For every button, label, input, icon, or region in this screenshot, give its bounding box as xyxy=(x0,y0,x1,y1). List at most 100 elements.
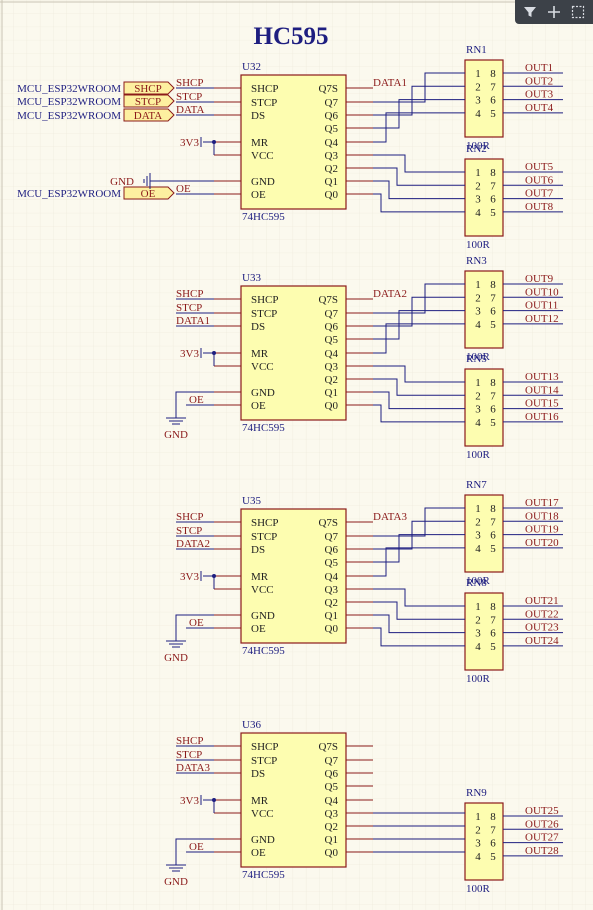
chip-pin-label-gnd: GND xyxy=(251,834,275,846)
resistor-pin-number: 1 xyxy=(475,279,481,291)
net-label-shcp: SHCP xyxy=(176,735,204,747)
chip-pin-label-q1: Q1 xyxy=(325,610,338,622)
net-label-out10: OUT10 xyxy=(525,286,559,298)
net-label-out23: OUT23 xyxy=(525,622,559,634)
resistor-pin-number: 2 xyxy=(475,824,481,836)
chip-pin-label-shcp: SHCP xyxy=(251,741,279,753)
resistor-value: 100R xyxy=(466,239,491,251)
resistor-pin-number: 1 xyxy=(475,167,481,179)
chip-pin-label-q2: Q2 xyxy=(325,374,338,386)
chip-pin-label-q7: Q7 xyxy=(325,755,339,767)
chip-part-number: 74HC595 xyxy=(242,211,285,223)
power-label-3v3: 3V3 xyxy=(180,137,199,149)
resistor-pin-number: 1 xyxy=(475,68,481,80)
resistor-pin-number: 4 xyxy=(475,207,481,219)
chip-pin-label-mr: MR xyxy=(251,348,269,360)
filter-icon[interactable] xyxy=(521,3,539,21)
resistor-pin-number: 7 xyxy=(490,390,496,402)
chip-pin-label-q7s: Q7S xyxy=(318,517,338,529)
net-label-out15: OUT15 xyxy=(525,398,559,410)
net-label-out25: OUT25 xyxy=(525,805,559,817)
net-label-out12: OUT12 xyxy=(525,313,559,325)
chip-pin-label-vcc: VCC xyxy=(251,150,274,162)
resistor-pin-number: 2 xyxy=(475,292,481,304)
chip-pin-label-shcp: SHCP xyxy=(251,517,279,529)
resistor-pin-number: 2 xyxy=(475,614,481,626)
chip-pin-label-q3: Q3 xyxy=(325,584,339,596)
junction-dot xyxy=(212,140,216,144)
net-label-out11: OUT11 xyxy=(525,300,558,312)
power-label-gnd: GND xyxy=(110,176,134,188)
net-label-data1: DATA1 xyxy=(373,77,407,89)
resistor-pin-number: 6 xyxy=(490,194,496,206)
resistor-pin-number: 4 xyxy=(475,108,481,120)
chip-part-number: 74HC595 xyxy=(242,869,285,881)
net-label-out8: OUT8 xyxy=(525,201,554,213)
chip-pin-label-mr: MR xyxy=(251,571,269,583)
resistor-pin-number: 1 xyxy=(475,811,481,823)
resistor-designator: RN1 xyxy=(466,44,487,56)
port-data[interactable]: MCU_ESP32WROOM DATA xyxy=(17,108,175,122)
chip-pin-label-stcp: STCP xyxy=(251,755,277,767)
select-rect-icon[interactable] xyxy=(569,3,587,21)
port-name: OE xyxy=(141,188,156,200)
net-label-out26: OUT26 xyxy=(525,818,559,830)
net-label-data2: DATA2 xyxy=(373,288,407,300)
chip-part-number: 74HC595 xyxy=(242,645,285,657)
chip-pin-label-stcp: STCP xyxy=(251,97,277,109)
chip-pin-label-oe: OE xyxy=(251,847,266,859)
resistor-body xyxy=(464,59,504,138)
net-label-out22: OUT22 xyxy=(525,608,559,620)
resistor-pin-number: 1 xyxy=(475,601,481,613)
net-label-data1: DATA1 xyxy=(176,315,210,327)
junction-dot xyxy=(212,798,216,802)
chip-pin-label-q1: Q1 xyxy=(325,387,338,399)
chip-pin-label-oe: OE xyxy=(251,400,266,412)
chip-pin-label-q5: Q5 xyxy=(325,557,339,569)
resistor-pin-number: 4 xyxy=(475,417,481,429)
chip-pin-label-q0: Q0 xyxy=(325,623,339,635)
resistor-pin-number: 3 xyxy=(475,404,481,416)
chip-pin-label-gnd: GND xyxy=(251,387,275,399)
chip-pin-label-q1: Q1 xyxy=(325,176,338,188)
resistor-pin-number: 8 xyxy=(490,377,496,389)
net-label-out6: OUT6 xyxy=(525,174,554,186)
chip-pin-label-q7: Q7 xyxy=(325,97,339,109)
net-label-shcp: SHCP xyxy=(176,511,204,523)
resistor-designator: RN9 xyxy=(466,787,487,799)
chip-pin-label-q5: Q5 xyxy=(325,334,339,346)
chip-pin-label-vcc: VCC xyxy=(251,808,274,820)
schematic-canvas[interactable]: HC595 MCU_ESP32WROOM SHCP MCU_ESP32WROOM ST… xyxy=(0,0,593,910)
port-source-label: MCU_ESP32WROOM xyxy=(17,96,121,108)
port-shcp[interactable]: MCU_ESP32WROOM SHCP xyxy=(17,81,175,95)
chip-pin-label-oe: OE xyxy=(251,623,266,635)
net-label-stcp: STCP xyxy=(176,302,202,314)
resistor-body xyxy=(464,158,504,237)
resistor-pin-number: 7 xyxy=(490,614,496,626)
resistor-pin-number: 4 xyxy=(475,851,481,863)
chip-pin-label-stcp: STCP xyxy=(251,308,277,320)
chip-part-number: 74HC595 xyxy=(242,422,285,434)
resistor-pin-number: 8 xyxy=(490,167,496,179)
chip-pin-label-vcc: VCC xyxy=(251,584,274,596)
resistor-body xyxy=(464,802,504,881)
chip-pin-label-q2: Q2 xyxy=(325,163,338,175)
resistor-pin-number: 4 xyxy=(475,641,481,653)
resistor-body xyxy=(464,368,504,447)
resistor-pin-number: 2 xyxy=(475,180,481,192)
resistor-pin-number: 5 xyxy=(490,417,496,429)
chip-pin-label-q0: Q0 xyxy=(325,847,339,859)
plus-icon[interactable] xyxy=(545,3,563,21)
canvas-toolbar xyxy=(515,0,593,24)
resistor-value: 100R xyxy=(466,449,491,461)
net-label-out21: OUT21 xyxy=(525,595,559,607)
resistor-body xyxy=(464,592,504,671)
power-label-gnd: GND xyxy=(164,876,188,888)
port-stcp[interactable]: MCU_ESP32WROOM STCP xyxy=(17,94,175,108)
power-label-3v3: 3V3 xyxy=(180,795,199,807)
resistor-pin-number: 2 xyxy=(475,516,481,528)
chip-pin-label-vcc: VCC xyxy=(251,361,274,373)
resistor-body xyxy=(464,270,504,349)
resistor-pin-number: 5 xyxy=(490,641,496,653)
chip-pin-label-q4: Q4 xyxy=(325,137,339,149)
